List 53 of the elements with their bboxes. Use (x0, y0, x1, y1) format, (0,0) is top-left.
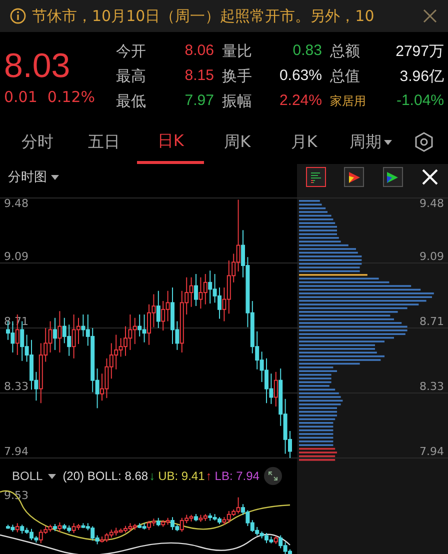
caret-icon (48, 474, 56, 478)
stat-label: 总值 (329, 66, 361, 86)
indicator-value: UB: 9.41 (158, 469, 205, 483)
stat-value: 7.97 (184, 92, 214, 110)
price: 8.03 (4, 46, 72, 86)
sector-label: 家居用 (329, 92, 367, 110)
stat-value: 0.63% (278, 66, 322, 86)
stat-value: 2797万 (394, 42, 444, 60)
tab[interactable]: 日K (137, 120, 204, 164)
stat-value: 8.15 (184, 66, 214, 86)
chart-mode-dropdown[interactable]: 分时图 (0, 167, 65, 187)
tool-button[interactable] (382, 167, 403, 187)
axis-label: 8.71 (420, 315, 444, 328)
stat-value: 0.83 (292, 42, 322, 60)
stat-label: 振幅 (221, 92, 253, 110)
indicator-value: (20) BOLL: 8.68 (62, 469, 148, 483)
stat-label: 总额 (329, 42, 361, 60)
axis-label: 9.09 (4, 250, 28, 263)
info-icon (10, 8, 26, 24)
stat-value: -1.04% (395, 92, 444, 110)
tab[interactable]: 月K (270, 120, 338, 164)
axis-label: 9.09 (420, 250, 444, 263)
tab[interactable]: 周期 (337, 120, 404, 164)
stat-label: 换手 (221, 66, 253, 86)
tool-button[interactable] (344, 167, 364, 187)
notice-text: 节休市，10月10日（周一）起照常开市。另外，10 (32, 6, 376, 26)
axis-label: 9.48 (420, 197, 444, 210)
price-change: 0.01 (4, 88, 38, 106)
axis-label: 9.48 (4, 197, 28, 210)
axis-label: 7.94 (4, 445, 28, 458)
stat-label: 今开 (115, 42, 147, 60)
settings-icon[interactable] (414, 132, 434, 152)
expand-button[interactable] (264, 467, 282, 485)
axis-label: 8.33 (4, 380, 28, 393)
stat-value: 8.06 (184, 42, 214, 60)
tool-button[interactable] (306, 167, 326, 187)
trend-arrow: ↑ (206, 469, 212, 483)
indicator-value: LB: 7.94 (214, 469, 260, 483)
tab[interactable]: 周K (204, 120, 271, 164)
axis-label: 8.33 (420, 380, 444, 393)
trend-arrow: ↓ (149, 469, 156, 483)
indicator-dropdown[interactable]: BOLL (12, 469, 56, 483)
tab[interactable]: 分时 (4, 120, 71, 164)
tab[interactable]: 五日 (70, 120, 138, 164)
stat-label: 最低 (115, 92, 147, 110)
caret-icon (51, 174, 59, 180)
stat-value: 3.96亿 (398, 66, 444, 86)
percent-change: 0.12% (47, 88, 96, 106)
stat-label: 量比 (221, 42, 253, 60)
stat-label: 最高 (115, 66, 147, 86)
axis-label: 7.94 (420, 445, 444, 458)
stat-value: 2.24% (278, 92, 322, 110)
expand-icon (268, 471, 278, 481)
